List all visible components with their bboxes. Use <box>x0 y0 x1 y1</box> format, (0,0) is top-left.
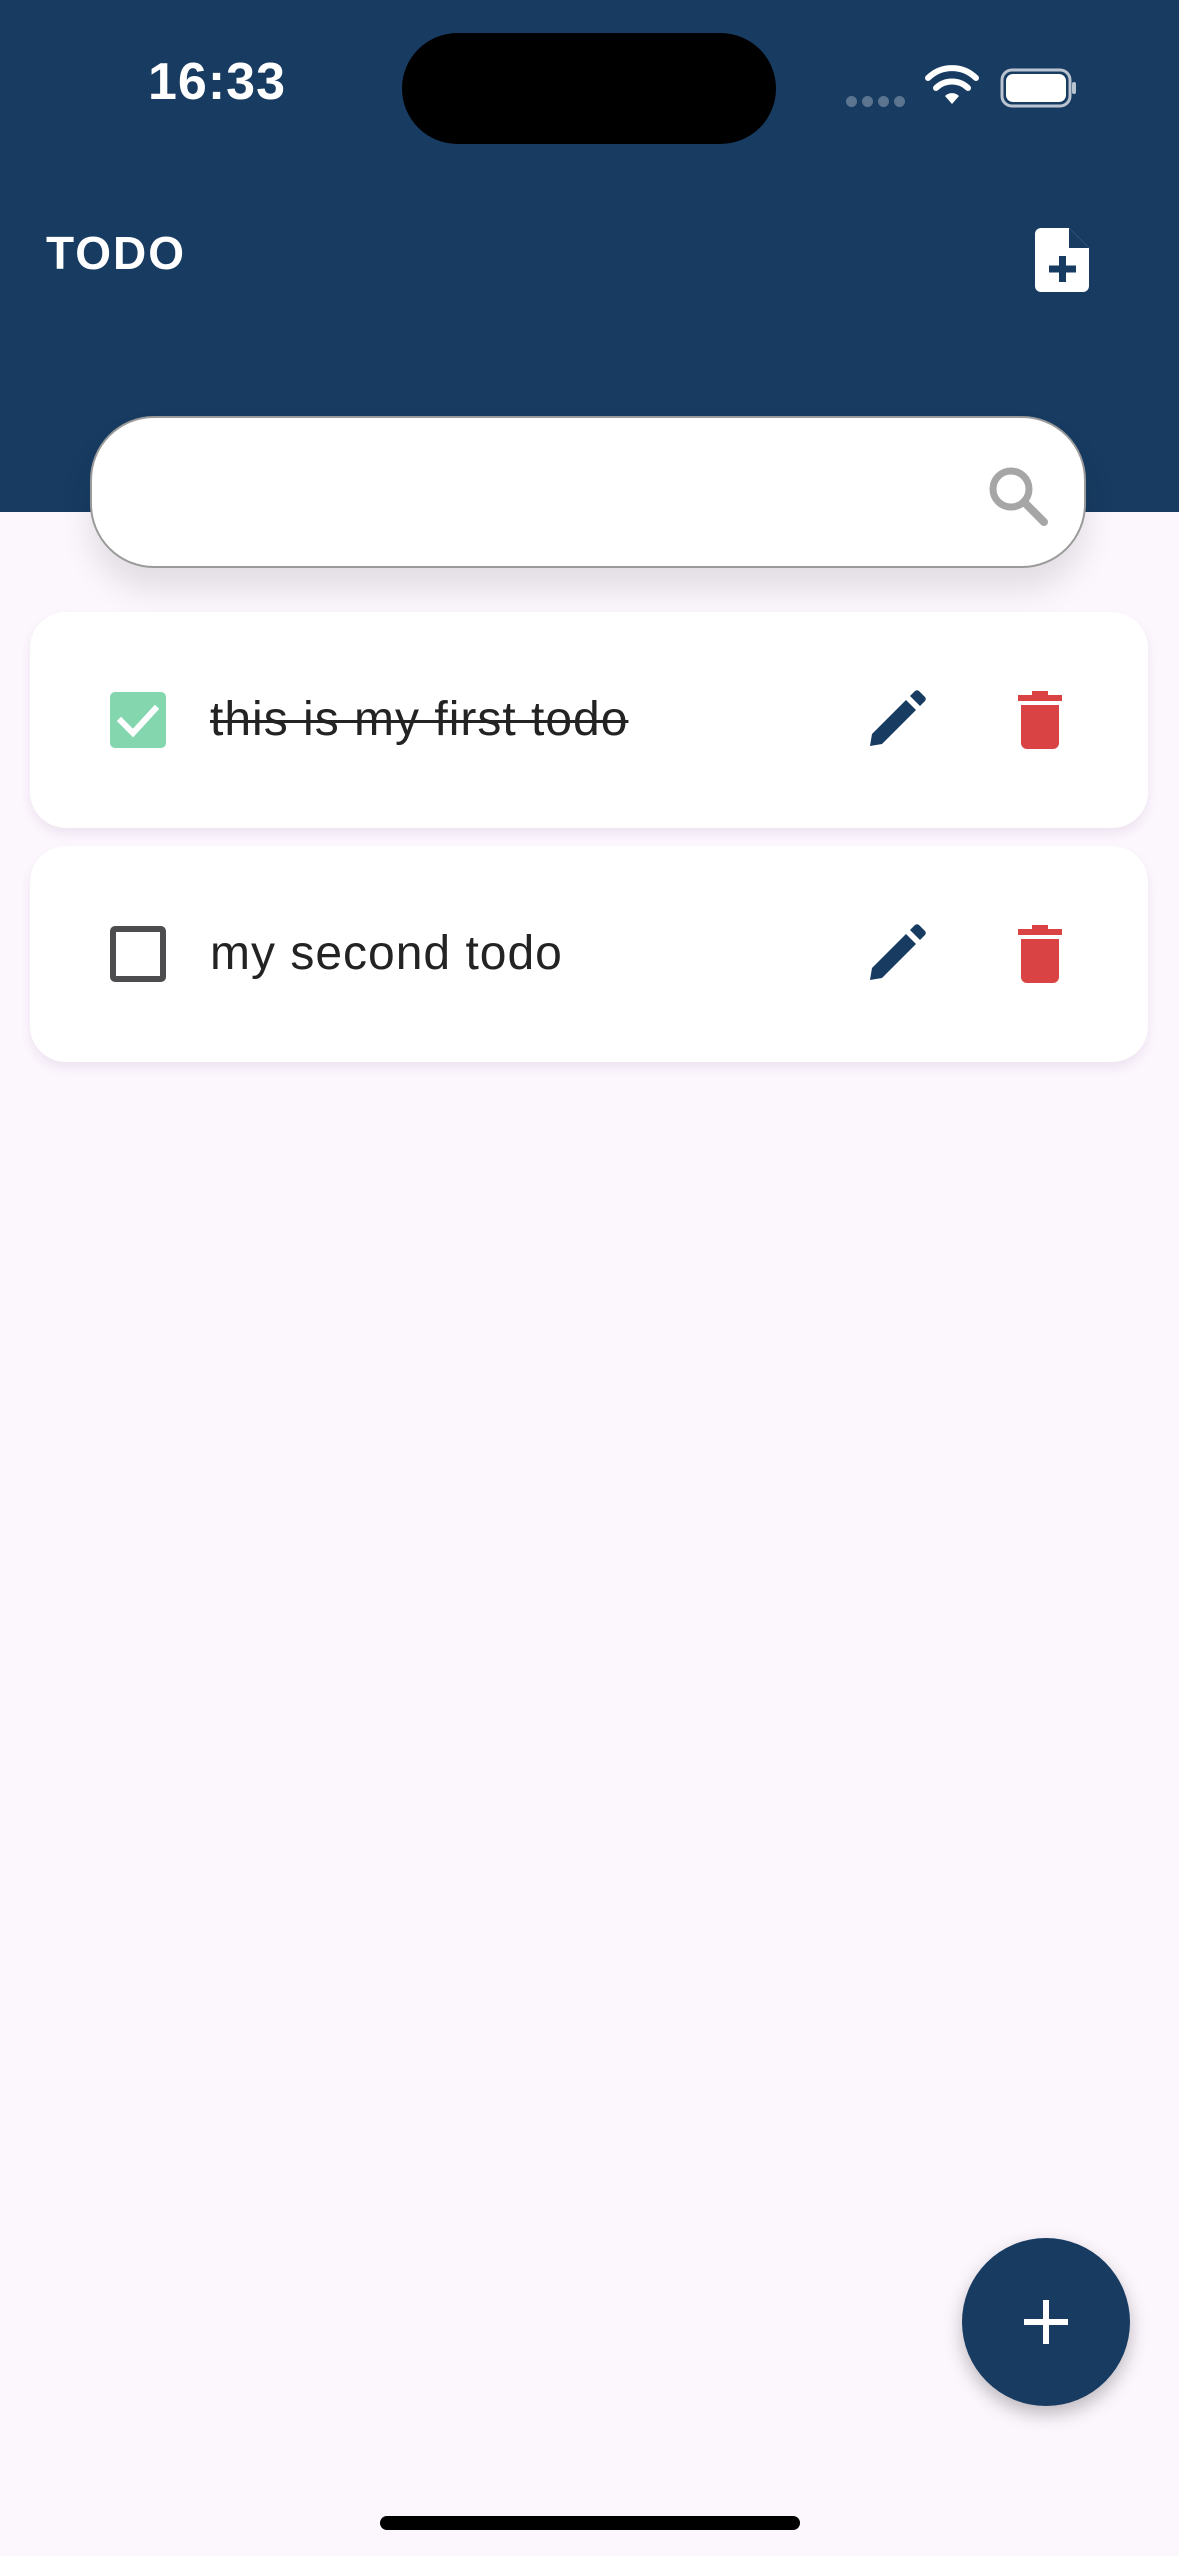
edit-button[interactable] <box>852 910 940 998</box>
search-icon[interactable] <box>982 460 1054 532</box>
trash-icon <box>1018 691 1062 749</box>
home-indicator <box>380 2516 800 2530</box>
delete-button[interactable] <box>996 676 1084 764</box>
edit-button[interactable] <box>852 676 940 764</box>
todo-text: this is my first todo <box>210 693 629 746</box>
plus-icon <box>1024 2300 1068 2344</box>
todo-checkbox[interactable] <box>110 692 166 748</box>
checkmark-icon <box>116 704 160 738</box>
delete-button[interactable] <box>996 910 1084 998</box>
search-box[interactable] <box>90 416 1086 568</box>
file-plus-icon <box>1035 228 1089 292</box>
add-todo-button[interactable] <box>962 2238 1130 2406</box>
dynamic-island <box>402 33 776 144</box>
todo-text: my second todo <box>210 927 563 980</box>
app-title: TODO <box>46 227 187 279</box>
status-time: 16:33 <box>148 53 286 111</box>
todo-item: my second todo <box>30 846 1148 1062</box>
new-file-button[interactable] <box>1016 214 1108 306</box>
pencil-icon <box>870 690 926 746</box>
cellular-signal-icon <box>846 96 906 108</box>
todo-item: this is my first todo <box>30 612 1148 828</box>
battery-icon <box>1000 68 1076 108</box>
trash-icon <box>1018 925 1062 983</box>
todo-checkbox[interactable] <box>110 926 166 982</box>
pencil-icon <box>870 924 926 980</box>
search-input[interactable] <box>132 448 976 538</box>
wifi-icon <box>925 65 979 104</box>
